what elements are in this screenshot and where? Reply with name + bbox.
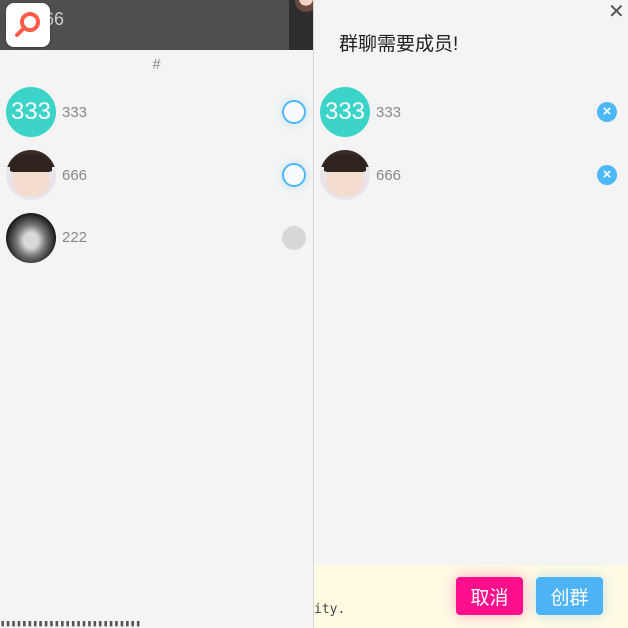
dialog-footer: ity. 取消 创群	[314, 565, 628, 628]
app-root: 66 # 333 333 666 222 ▮▮▮▮▮▮▮▮▮▮▮▮▮▮▮▮▮▮▮…	[0, 0, 628, 628]
selected-member: 333 333 ×	[314, 86, 628, 138]
contact-name: 222	[62, 229, 88, 246]
remove-member-icon[interactable]: ×	[597, 102, 617, 122]
remove-member-icon[interactable]: ×	[597, 165, 617, 185]
dialog-title: 群聊需要成员!	[339, 34, 459, 55]
search-magnifier-icon[interactable]	[6, 3, 50, 47]
select-radio[interactable]	[282, 100, 306, 124]
search-bar[interactable]: 66	[0, 0, 313, 50]
list-item[interactable]: 666	[0, 147, 313, 203]
close-icon[interactable]: ✕	[608, 2, 625, 22]
index-letter: #	[152, 56, 161, 73]
select-radio-disabled	[282, 226, 306, 250]
member-name: 666	[376, 167, 402, 184]
cancel-button[interactable]: 取消	[456, 577, 523, 615]
avatar: 333	[6, 87, 56, 137]
contact-name: 333	[62, 104, 88, 121]
member-name: 333	[376, 104, 402, 121]
create-group-button[interactable]: 创群	[536, 577, 603, 615]
selected-member: 666 ×	[314, 149, 628, 201]
background-code-text: ity.	[314, 602, 346, 617]
background-artifact: ▮▮▮▮▮▮▮▮▮▮▮▮▮▮▮▮▮▮▮▮▮▮▮▮▮▮	[0, 620, 141, 628]
contact-picker-panel: 66 # 333 333 666 222 ▮▮▮▮▮▮▮▮▮▮▮▮▮▮▮▮▮▮▮…	[0, 0, 313, 628]
avatar	[6, 213, 56, 263]
avatar	[6, 150, 56, 200]
select-radio[interactable]	[282, 163, 306, 187]
avatar: 333	[320, 87, 370, 137]
list-item[interactable]: 333 333	[0, 84, 313, 140]
list-item[interactable]: 222	[0, 209, 313, 265]
contact-name: 666	[62, 167, 88, 184]
avatar	[320, 150, 370, 200]
create-group-dialog: ✕ 群聊需要成员! 333 333 × 666 × ity. 取消 创群	[314, 0, 628, 628]
